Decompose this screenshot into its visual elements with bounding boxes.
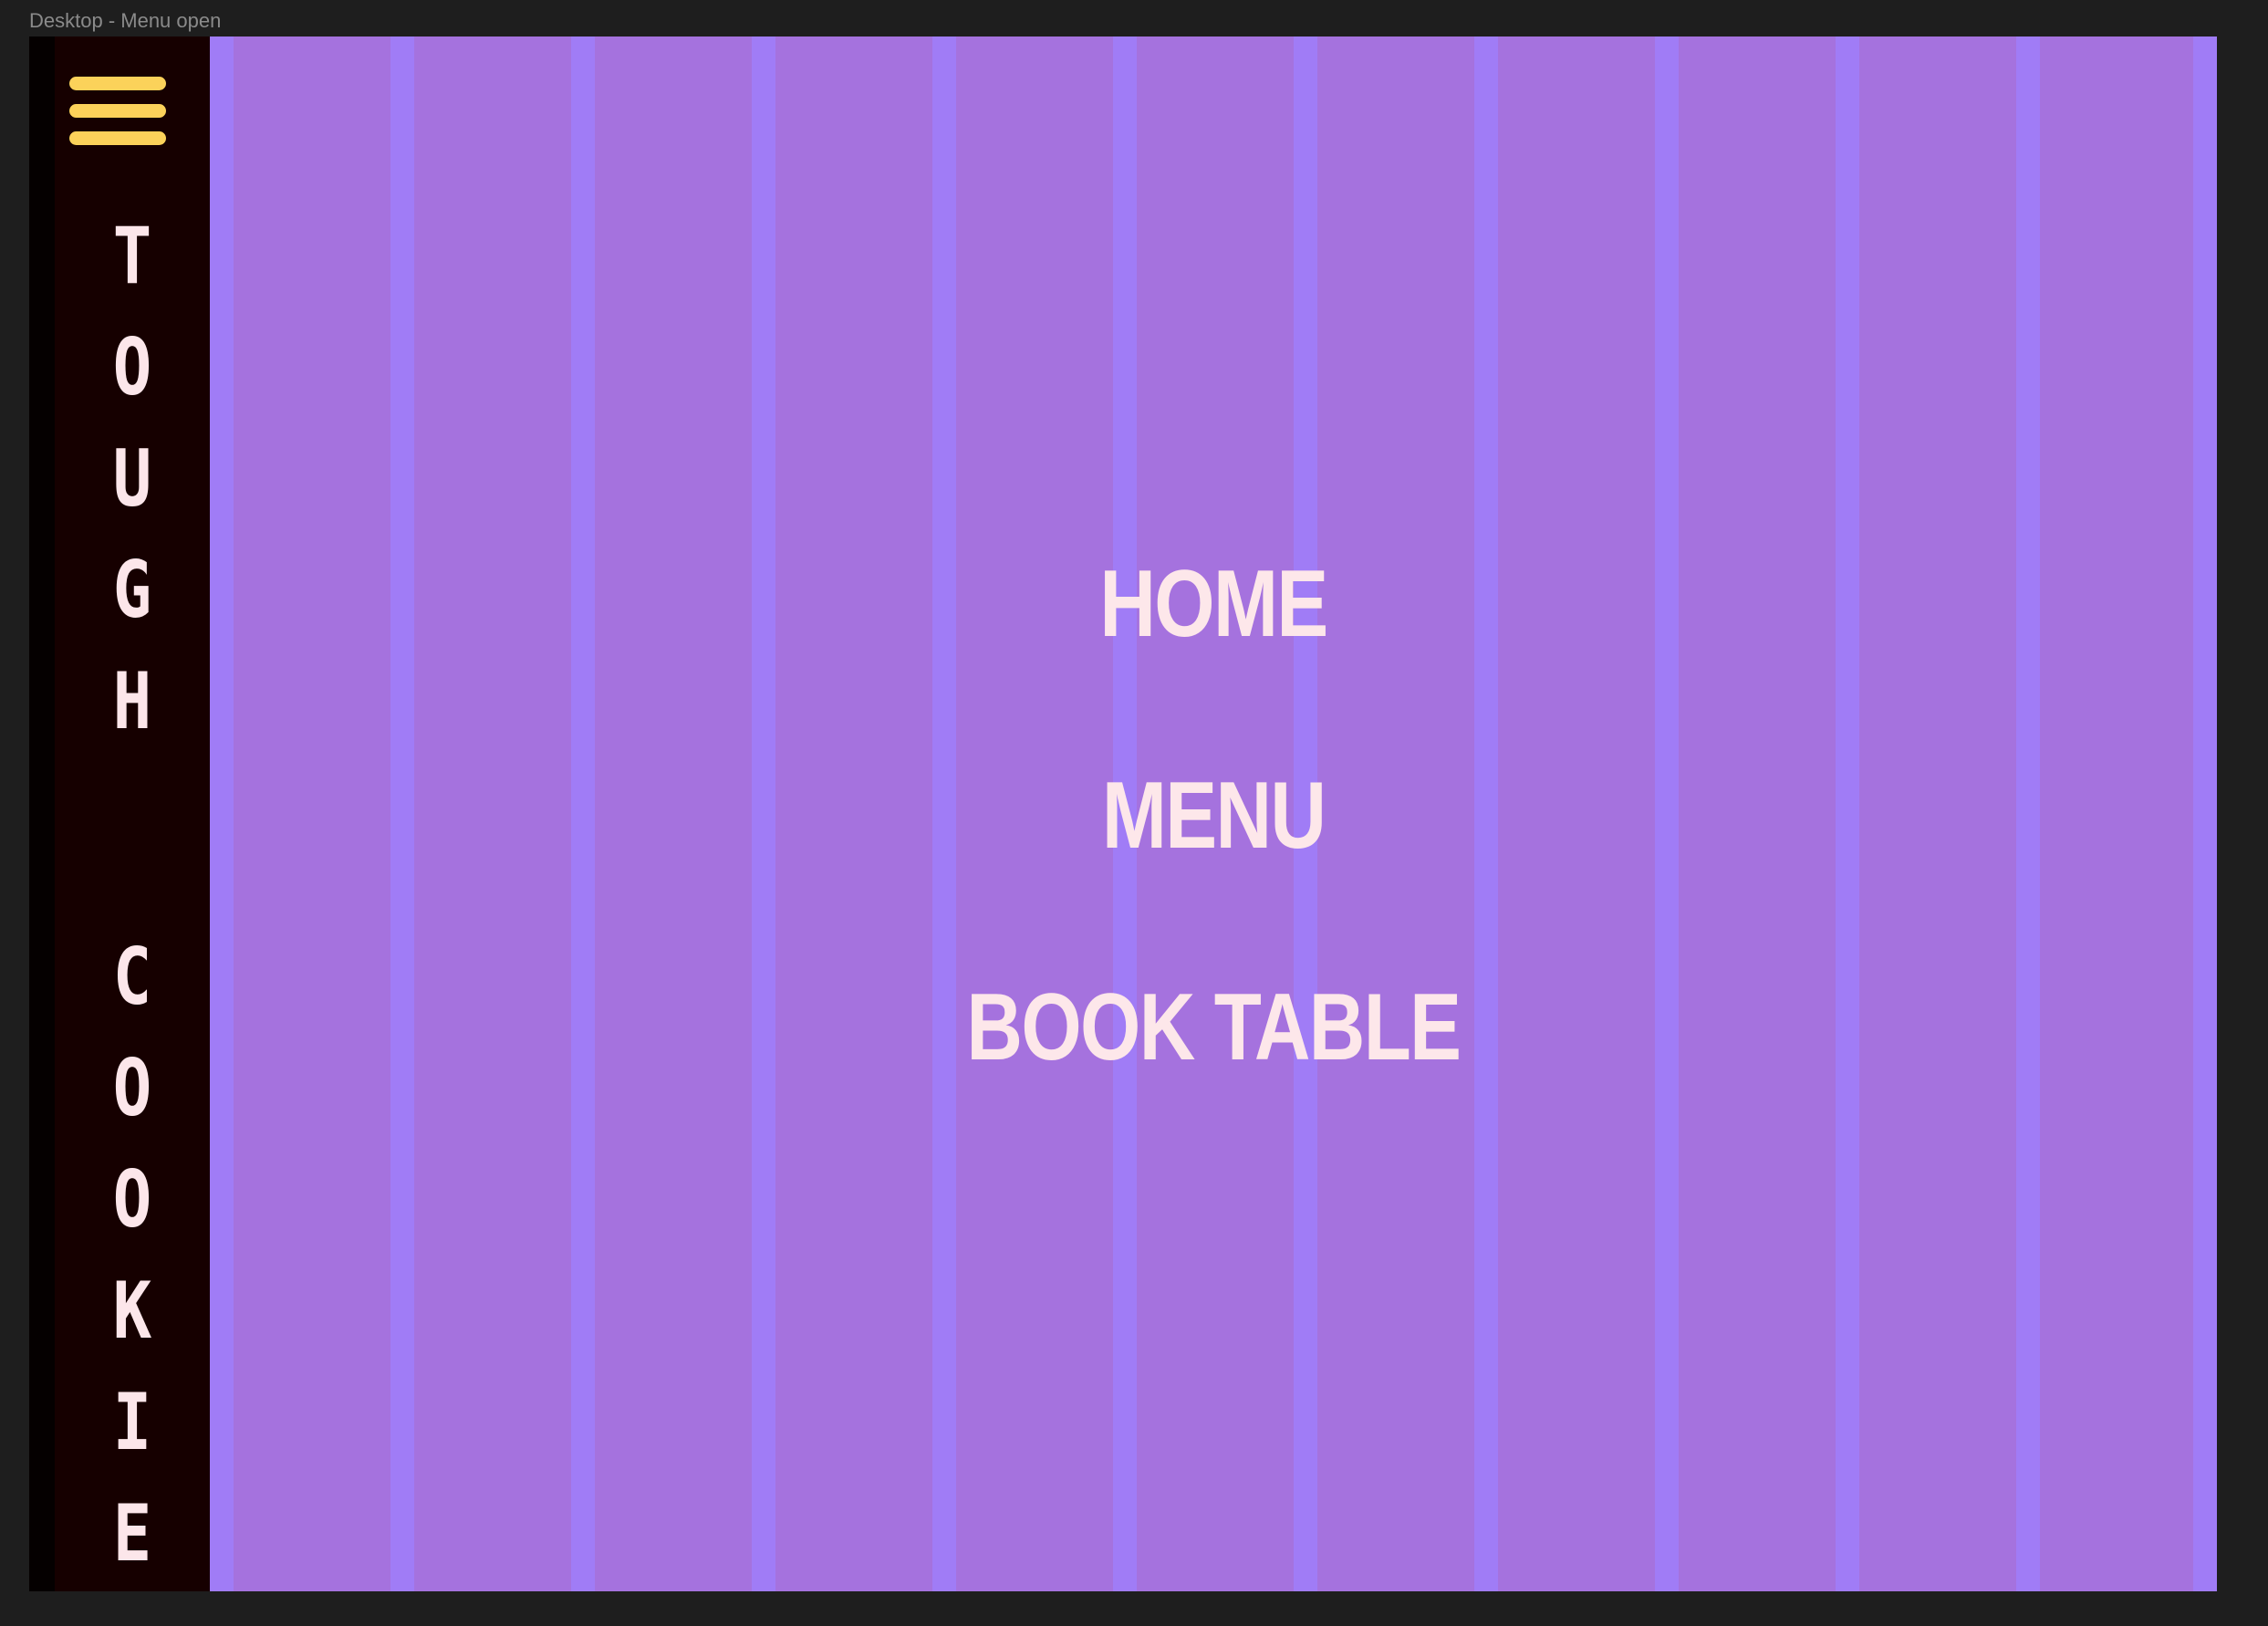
hamburger-icon[interactable] (69, 77, 166, 148)
frame-label: Desktop - Menu open (29, 9, 222, 32)
hamburger-bar (69, 104, 166, 118)
brand-letter: O (112, 1043, 152, 1134)
brand-letter: U (112, 433, 152, 525)
sidebar-edge (29, 36, 55, 1591)
brand-letter: C (112, 932, 152, 1023)
brand-letter: K (112, 1266, 152, 1357)
brand-letter: G (112, 545, 152, 636)
hamburger-bar (69, 77, 166, 90)
brand-letter: H (112, 656, 152, 747)
menu-overlay: T O U G H C O O K I E HOME MENU BOOK TAB… (29, 36, 2217, 1591)
nav-link-menu[interactable]: MENU (1102, 768, 1326, 863)
brand-logo-word-tough: T O U G H (68, 201, 195, 757)
nav-link-home[interactable]: HOME (1099, 557, 1328, 651)
brand-letter: O (112, 322, 152, 413)
nav-link-book-table[interactable]: BOOK TABLE (966, 980, 1462, 1075)
brand-letter: E (112, 1488, 152, 1579)
hamburger-bar (69, 131, 166, 145)
sidebar: T O U G H C O O K I E (55, 36, 210, 1591)
brand-logo-word-cookie: C O O K I E (68, 922, 195, 1590)
brand-letter: O (112, 1154, 152, 1246)
main-nav: HOME MENU BOOK TABLE (210, 557, 2217, 1192)
brand-letter: T (112, 211, 152, 302)
brand-letter: I (112, 1377, 152, 1468)
